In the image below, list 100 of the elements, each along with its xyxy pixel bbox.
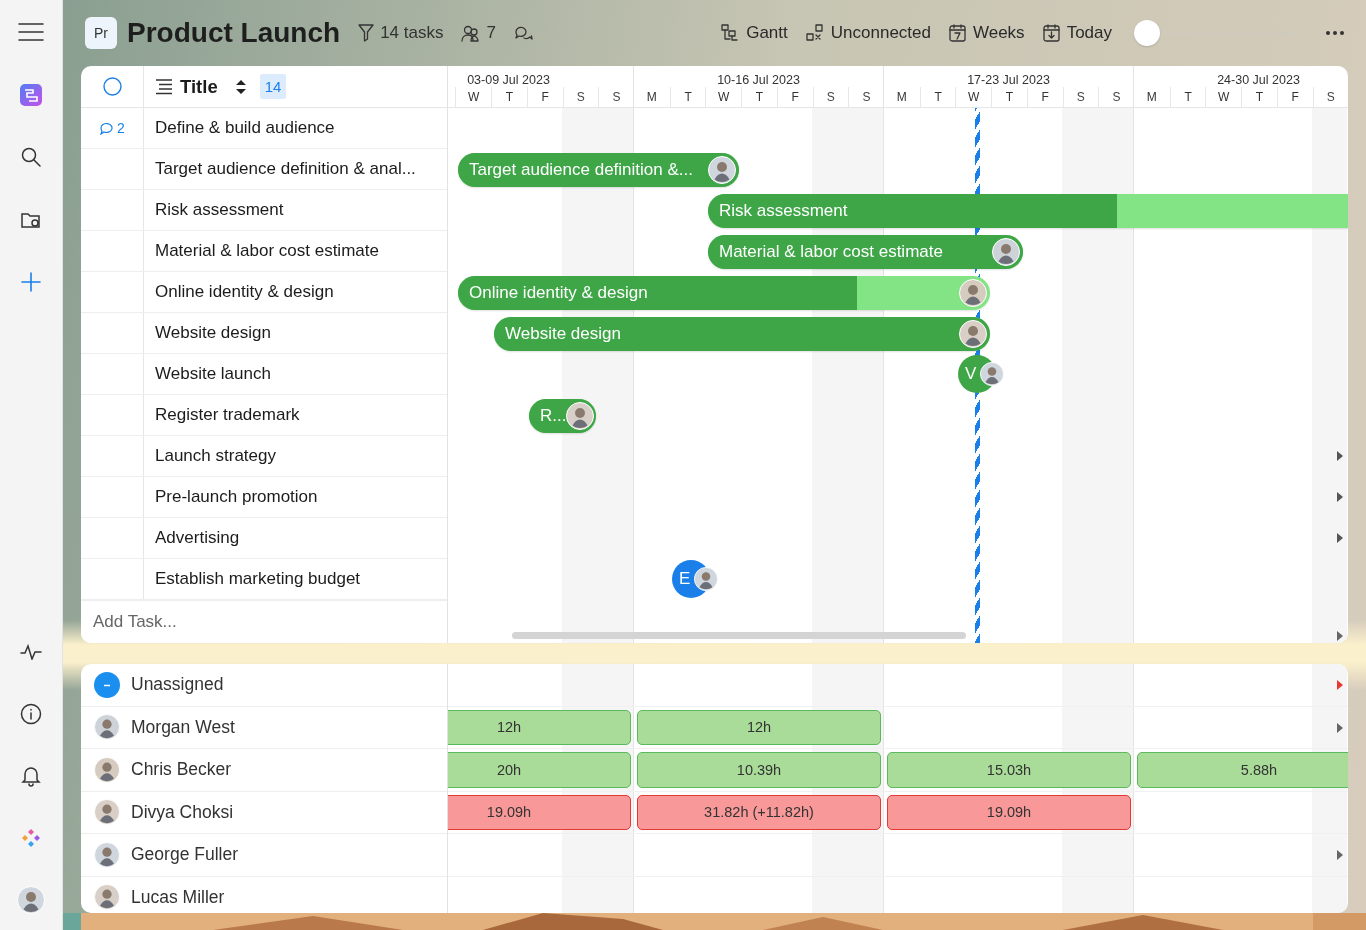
- activity-icon[interactable]: [20, 644, 42, 660]
- task-title[interactable]: Online identity & design: [155, 282, 334, 302]
- day-label: T: [1005, 90, 1014, 104]
- avatar-icon: [959, 278, 987, 307]
- workload-cell: 12h: [637, 709, 881, 745]
- person-name: Divya Choksi: [131, 801, 234, 823]
- more-icon[interactable]: [1326, 31, 1344, 35]
- day-label: W: [718, 90, 730, 104]
- day-label: W: [468, 90, 480, 104]
- avatar-icon: [94, 756, 120, 783]
- right-arrow-icon[interactable]: [1337, 451, 1343, 462]
- avatar-icon: [694, 566, 718, 591]
- right-arrow-icon[interactable]: [1337, 492, 1343, 503]
- day-label: T: [934, 90, 942, 104]
- right-arrow-icon[interactable]: [1337, 850, 1343, 860]
- week-label: 10-16 Jul 2023: [717, 73, 800, 87]
- person-name: Lucas Miller: [131, 886, 225, 908]
- today-button[interactable]: Today: [1040, 21, 1114, 45]
- select-all-checkbox[interactable]: [102, 77, 122, 96]
- avatar-icon: [992, 237, 1020, 266]
- day-label: F: [1291, 90, 1299, 104]
- right-arrow-icon[interactable]: [1337, 680, 1343, 690]
- day-label: S: [862, 90, 871, 104]
- day-label: T: [1184, 90, 1192, 104]
- people-icon[interactable]: [461, 24, 481, 42]
- task-title[interactable]: Advertising: [155, 528, 240, 548]
- day-label: S: [1112, 90, 1121, 104]
- avatar-icon: [708, 155, 736, 184]
- add-icon[interactable]: [21, 272, 41, 292]
- info-icon[interactable]: [20, 703, 42, 725]
- task-title[interactable]: Define & build audience: [155, 118, 335, 138]
- task-title[interactable]: Pre-launch promotion: [155, 487, 318, 507]
- right-arrow-icon[interactable]: [1337, 533, 1343, 544]
- filter-icon[interactable]: [358, 24, 375, 42]
- avatar-icon: [566, 401, 595, 430]
- task-title[interactable]: Launch strategy: [155, 446, 276, 466]
- sort-icon[interactable]: [234, 78, 247, 95]
- column-title[interactable]: Title: [180, 75, 218, 98]
- week-label: 24-30 Jul 2023: [1217, 73, 1300, 87]
- comments-button[interactable]: 2: [99, 120, 125, 136]
- day-label: S: [826, 90, 835, 104]
- day-label: T: [1255, 90, 1264, 104]
- week-label: 03-09 Jul 2023: [467, 73, 550, 87]
- folder-icon[interactable]: [21, 210, 41, 229]
- links-button[interactable]: Unconnected: [803, 21, 933, 45]
- app-logo-icon[interactable]: [20, 83, 42, 106]
- right-arrow-icon[interactable]: [1337, 722, 1343, 733]
- task-title[interactable]: Establish marketing budget: [155, 569, 361, 589]
- task-title[interactable]: Register trademark: [155, 405, 300, 425]
- right-arrow-icon[interactable]: [1337, 631, 1343, 641]
- scale-button[interactable]: Weeks: [946, 21, 1027, 45]
- avatar-icon: [94, 799, 120, 826]
- day-label: T: [505, 90, 514, 104]
- avatar-icon: [980, 361, 1004, 386]
- avatar-icon: [94, 841, 120, 868]
- view-button[interactable]: Gantt: [719, 21, 790, 45]
- scrollbar[interactable]: [512, 632, 966, 639]
- sparkle-icon[interactable]: [21, 828, 41, 848]
- calendar-icon: [948, 24, 966, 42]
- workload-cell: 31.82h (+11.82h): [637, 794, 881, 830]
- day-label: F: [1041, 90, 1049, 104]
- comment-icon: [99, 121, 115, 135]
- unlink-icon: [805, 24, 824, 42]
- unassigned-icon: [94, 671, 120, 698]
- add-task-field[interactable]: Add Task...: [81, 600, 447, 643]
- lines-icon: [155, 78, 173, 95]
- workload-cell: 12h: [448, 709, 631, 745]
- day-label: S: [612, 90, 621, 104]
- avatar-icon[interactable]: [17, 886, 45, 914]
- task-title[interactable]: Risk assessment: [155, 200, 284, 220]
- avatar-icon: [94, 714, 120, 741]
- workload-cell: 19.09h: [448, 794, 631, 830]
- calendar-arrow-icon: [1042, 24, 1060, 42]
- zoom-slider[interactable]: [1134, 20, 1294, 46]
- slider-thumb[interactable]: [1134, 20, 1160, 46]
- task-title[interactable]: Website design: [155, 323, 271, 343]
- menu-icon[interactable]: [18, 23, 44, 41]
- day-label: S: [576, 90, 585, 104]
- flowchart-icon: [721, 24, 740, 42]
- day-label: M: [1146, 90, 1157, 104]
- search-icon[interactable]: [21, 147, 41, 167]
- workload-cell: 19.09h: [887, 794, 1131, 830]
- workload-cell: 10.39h: [637, 752, 881, 788]
- count-badge: 14: [259, 74, 287, 99]
- workload-cell: 5.88h: [1137, 752, 1348, 788]
- day-label: T: [684, 90, 692, 104]
- day-label: W: [1218, 90, 1230, 104]
- member-count: 7: [486, 23, 496, 43]
- day-label: M: [896, 90, 907, 104]
- task-title[interactable]: Material & labor cost estimate: [155, 241, 379, 261]
- bell-icon[interactable]: [21, 765, 41, 787]
- project-badge: Pr: [85, 17, 117, 49]
- task-title[interactable]: Target audience definition & anal...: [155, 159, 416, 179]
- workload-cell: 20h: [448, 752, 631, 788]
- day-label: T: [755, 90, 764, 104]
- day-label: F: [541, 90, 549, 104]
- task-title[interactable]: Website launch: [155, 364, 271, 384]
- day-label: M: [646, 90, 657, 104]
- workload-cell: 15.03h: [887, 752, 1131, 788]
- comment-icon[interactable]: [513, 24, 533, 42]
